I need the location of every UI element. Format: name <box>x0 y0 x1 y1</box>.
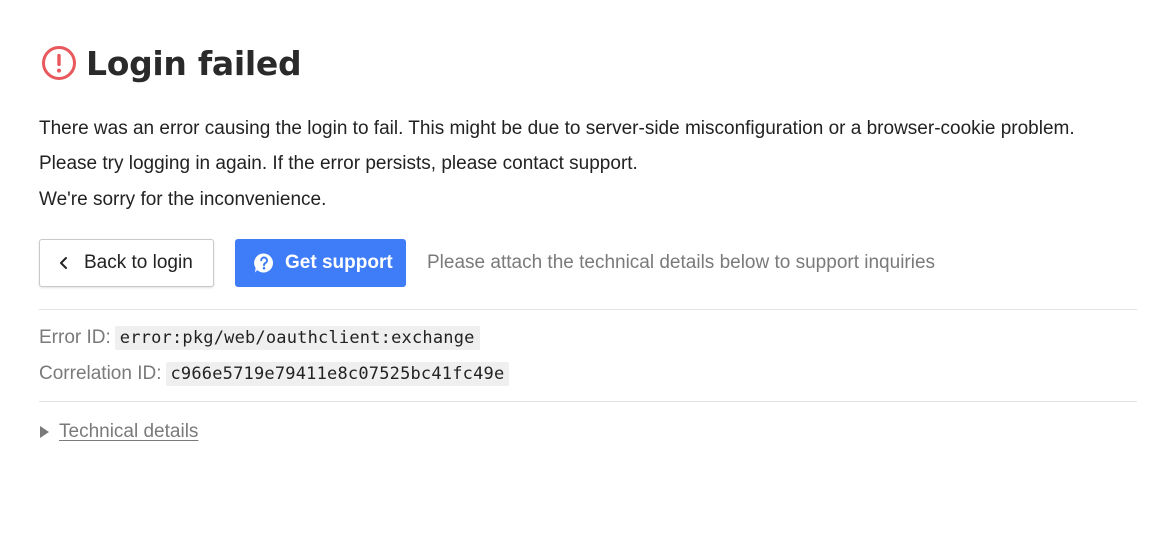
error-message-line-3: We're sorry for the inconvenience. <box>39 189 327 210</box>
error-message-line-2: Please try logging in again. If the erro… <box>39 153 638 174</box>
error-message-line-1: There was an error causing the login to … <box>39 118 1075 139</box>
exclamation-circle-icon <box>41 45 77 81</box>
error-id-label: Error ID: <box>39 327 111 348</box>
question-bubble-icon <box>253 252 275 274</box>
back-to-login-button[interactable]: Back to login <box>39 239 214 287</box>
correlation-id-value: c966e5719e79411e8c07525bc41fc49e <box>165 362 510 386</box>
support-hint: Please attach the technical details belo… <box>427 252 936 273</box>
technical-details-label: Technical details <box>59 421 199 442</box>
page-title: Login failed <box>86 43 302 83</box>
chevron-left-icon <box>57 256 71 270</box>
divider <box>39 401 1137 402</box>
triangle-right-icon <box>39 425 50 439</box>
correlation-id-row: Correlation ID: c966e5719e79411e8c07525b… <box>39 360 510 388</box>
error-id-value: error:pkg/web/oauthclient:exchange <box>114 326 480 350</box>
get-support-button[interactable]: Get support <box>235 239 406 287</box>
get-support-label: Get support <box>285 252 393 273</box>
technical-details-toggle[interactable]: Technical details <box>39 419 198 445</box>
page-header: Login failed <box>39 40 302 86</box>
back-to-login-label: Back to login <box>84 252 193 273</box>
correlation-id-label: Correlation ID: <box>39 363 162 384</box>
divider <box>39 309 1137 310</box>
error-id-row: Error ID: error:pkg/web/oauthclient:exch… <box>39 324 480 352</box>
action-bar: Back to login Get support Please attach … <box>39 239 935 287</box>
